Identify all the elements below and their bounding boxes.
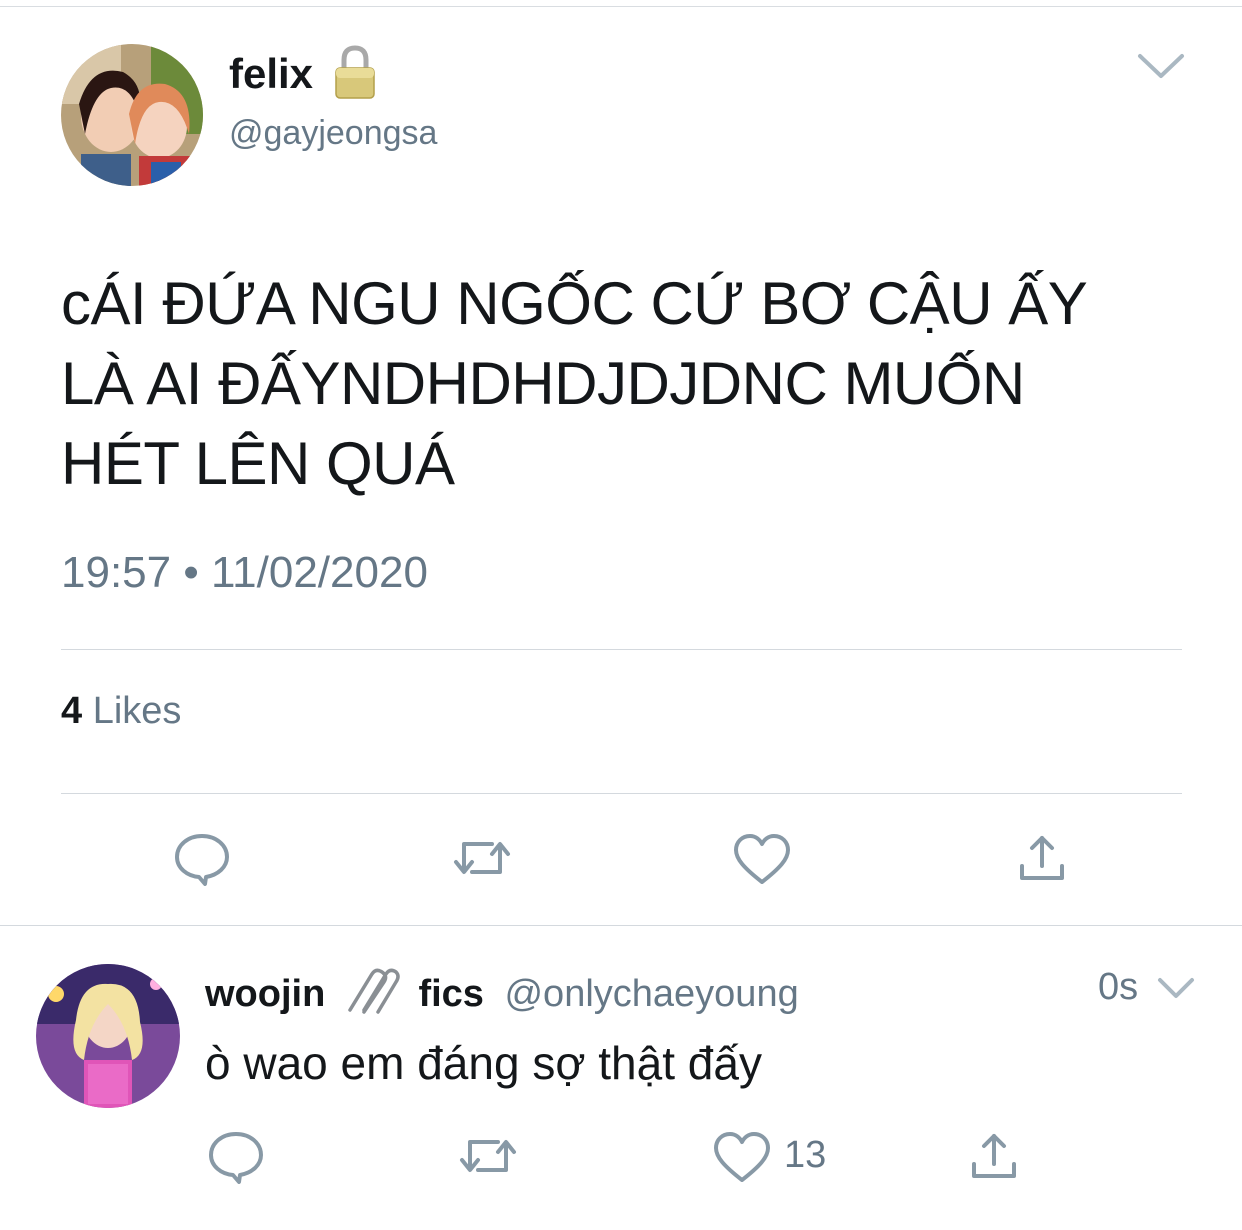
likes-stat[interactable]: 4 Likes [61, 690, 181, 733]
share-icon[interactable] [1012, 830, 1072, 886]
heart-icon[interactable] [732, 832, 792, 888]
top-divider [0, 6, 1242, 7]
tweet-text-line: LÀ AI ĐẤYNDHDHDJDJDNC MUỐN [61, 350, 1025, 417]
reply-icon[interactable] [206, 1128, 266, 1184]
reply-avatar[interactable] [36, 964, 180, 1108]
divider [0, 925, 1242, 926]
chevron-down-icon[interactable] [1156, 974, 1196, 1004]
divider [61, 649, 1182, 650]
reply-text: ò wao em đáng sợ thật đấy [205, 1037, 762, 1089]
display-name[interactable]: felix [229, 50, 313, 98]
tweet-text-line: HÉT LÊN QUÁ [61, 430, 455, 497]
lock-icon [335, 45, 375, 99]
reply-header: woojin fics @onlychaeyoung [205, 966, 799, 1016]
tweet-timestamp: 19:57 • 11/02/2020 [61, 548, 428, 597]
paperclip-icon [348, 968, 400, 1014]
retweet-icon[interactable] [452, 830, 512, 886]
reply-icon[interactable] [172, 830, 232, 886]
reply-display-name-suffix[interactable]: fics [418, 973, 483, 1015]
chevron-down-icon[interactable] [1136, 48, 1186, 84]
likes-count: 4 [61, 690, 83, 732]
heart-icon[interactable] [712, 1130, 772, 1186]
reply-like-count: 13 [784, 1134, 827, 1176]
likes-label: Likes [92, 690, 182, 732]
retweet-icon[interactable] [458, 1128, 518, 1184]
tweet-text: cÁI ĐỨA NGU NGỐC CỨ BƠ CẬU ẤY LÀ AI ĐẤYN… [61, 264, 1181, 504]
reply-time: 0s [1098, 966, 1139, 1008]
share-icon[interactable] [964, 1128, 1024, 1184]
divider [61, 793, 1182, 794]
tweet-text-line: cÁI ĐỨA NGU NGỐC CỨ BƠ CẬU ẤY [61, 270, 1088, 337]
reply-display-name[interactable]: woojin [205, 973, 325, 1015]
user-handle[interactable]: @gayjeongsa [229, 114, 437, 153]
avatar[interactable] [61, 44, 203, 186]
reply-handle[interactable]: @onlychaeyoung [504, 973, 798, 1015]
